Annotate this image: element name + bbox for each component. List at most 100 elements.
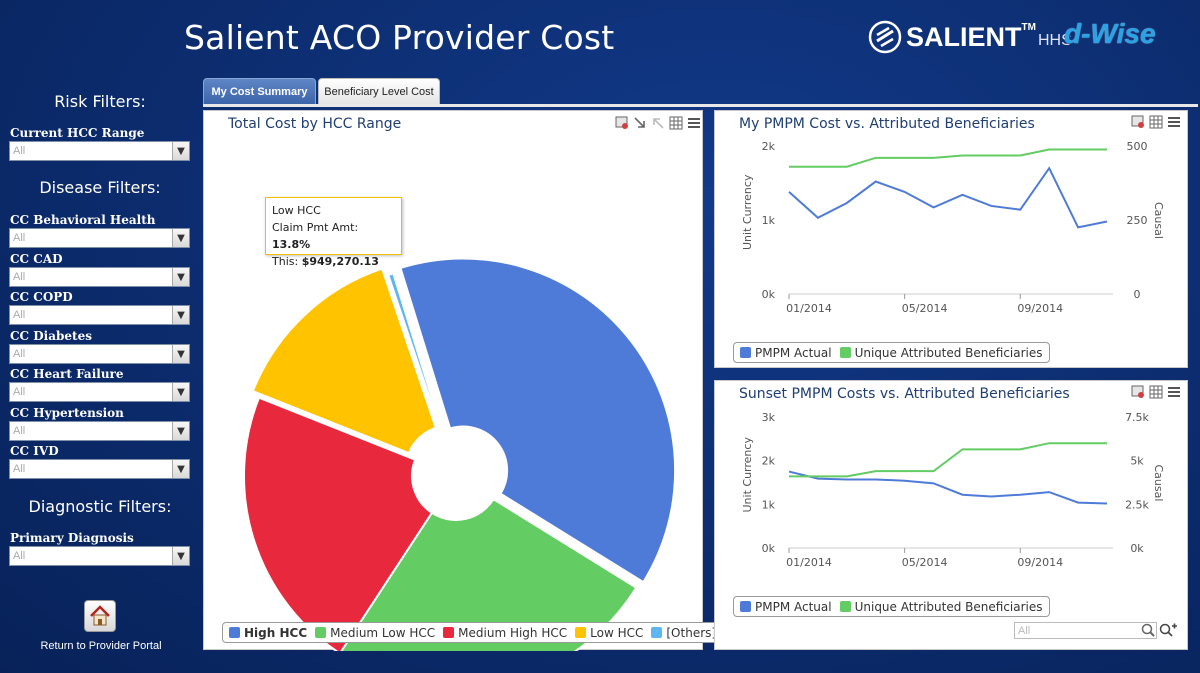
sunset-panel: Sunset PMPM Costs vs. Attributed Benefic… (714, 380, 1188, 650)
y-right-tick-label: 250 (1127, 214, 1148, 227)
legend-swatch (839, 347, 851, 358)
chevron-down-icon[interactable]: ▼ (172, 142, 189, 160)
hypertension-select[interactable]: All ▼ (9, 421, 190, 441)
copd-select[interactable]: All ▼ (9, 305, 190, 325)
search-input[interactable]: All (1014, 622, 1157, 639)
legend-swatch (315, 627, 327, 638)
legend-swatch (839, 601, 851, 612)
legend-swatch (651, 627, 663, 638)
legend-item-medium-low-hcc[interactable]: Medium Low HCC (315, 626, 435, 640)
page-title: Salient ACO Provider Cost (184, 18, 615, 57)
legend-item-pmpm-actual[interactable]: PMPM Actual (740, 346, 832, 360)
series-line-unique-attributed-beneficiaries[interactable] (789, 442, 1107, 478)
salient-logo: SALIENTTM HHS (868, 20, 1072, 54)
chevron-down-icon[interactable]: ▼ (172, 383, 189, 401)
tab-content-divider (203, 104, 1198, 107)
y-left-tick-label: 0k (762, 542, 776, 555)
y-left-axis-title: Unit Currency (741, 437, 754, 513)
y-right-axis-title: Causal (1152, 465, 1165, 502)
ivd-select[interactable]: All ▼ (9, 459, 190, 479)
filter-label-ivd: CC IVD (10, 444, 59, 458)
x-tick-label: 05/2014 (902, 302, 948, 315)
risk-filters-title: Risk Filters: (54, 92, 146, 111)
series-line-unique-attributed-beneficiaries[interactable] (789, 148, 1107, 168)
legend-swatch (443, 627, 455, 638)
primary-diagnosis-select[interactable]: All ▼ (9, 546, 190, 566)
disease-filters-title: Disease Filters: (39, 178, 161, 197)
filter-label-behavioral-health: CC Behavioral Health (10, 213, 156, 227)
chevron-down-icon[interactable]: ▼ (172, 422, 189, 440)
filter-label-primary-diagnosis: Primary Diagnosis (10, 531, 134, 545)
return-to-portal-link[interactable]: Return to Provider Portal (0, 640, 202, 652)
y-left-tick-label: 3k (762, 411, 776, 424)
legend-item-others[interactable]: [Others] (651, 626, 716, 640)
tooltip-category: Low HCC (272, 204, 321, 217)
diabetes-select[interactable]: All ▼ (9, 344, 190, 364)
cad-select[interactable]: All ▼ (9, 267, 190, 287)
y-left-tick-label: 0k (762, 288, 776, 301)
pie-chart[interactable] (204, 111, 704, 651)
legend-item-pmpm-actual[interactable]: PMPM Actual (740, 600, 832, 614)
y-left-tick-label: 1k (762, 214, 776, 227)
zoom-add-icon[interactable] (1159, 622, 1177, 639)
dwise-logo: d-Wise (1064, 18, 1156, 49)
pie-legend[interactable]: High HCC Medium Low HCC Medium High HCC … (222, 622, 724, 643)
chevron-down-icon[interactable]: ▼ (172, 460, 189, 478)
behavioral-health-select[interactable]: All ▼ (9, 228, 190, 248)
legend-item-low-hcc[interactable]: Low HCC (575, 626, 643, 640)
legend-item-beneficiaries[interactable]: Unique Attributed Beneficiaries (839, 600, 1043, 614)
filter-label-hcc-range: Current HCC Range (10, 126, 145, 140)
y-right-tick-label: 2.5k (1125, 498, 1149, 511)
y-right-tick-label: 0 (1134, 288, 1141, 301)
pie-tooltip: Low HCC Claim Pmt Amt: 13.8% This: $949,… (265, 197, 402, 268)
chevron-down-icon[interactable]: ▼ (172, 229, 189, 247)
salient-swirl-icon (868, 20, 902, 54)
filter-label-cad: CC CAD (10, 252, 63, 266)
tooltip-this: This: $949,270.13 (272, 255, 379, 268)
y-right-axis-title: Causal (1152, 202, 1165, 239)
filter-label-diabetes: CC Diabetes (10, 329, 92, 343)
x-tick-label: 09/2014 (1017, 302, 1063, 315)
hcc-range-select[interactable]: All ▼ (9, 141, 190, 161)
pmpm-panel: My PMPM Cost vs. Attributed Beneficiarie… (714, 110, 1188, 368)
diagnostic-filters-title: Diagnostic Filters: (28, 497, 172, 516)
legend-swatch (575, 627, 587, 638)
chevron-down-icon[interactable]: ▼ (172, 547, 189, 565)
chevron-down-icon[interactable]: ▼ (172, 306, 189, 324)
heart-failure-select[interactable]: All ▼ (9, 382, 190, 402)
chevron-down-icon[interactable]: ▼ (172, 268, 189, 286)
y-left-axis-title: Unit Currency (741, 174, 754, 250)
tooltip-measure: Claim Pmt Amt: 13.8% (272, 221, 359, 251)
y-right-tick-label: 5k (1130, 455, 1144, 468)
search-icon[interactable] (1140, 622, 1156, 639)
legend-swatch (229, 627, 240, 638)
legend-swatch (740, 601, 751, 612)
x-tick-label: 09/2014 (1017, 556, 1063, 569)
legend-item-high-hcc[interactable]: High HCC (229, 626, 307, 640)
pmpm-line-chart[interactable]: 0k 1k 2k 0 250 500 01/2014 05/2014 09/2014 Unit C… (715, 111, 1189, 369)
y-right-tick-label: 500 (1127, 140, 1148, 153)
y-left-tick-label: 2k (762, 455, 776, 468)
filter-label-heart-failure: CC Heart Failure (10, 367, 124, 381)
y-left-tick-label: 2k (762, 140, 776, 153)
chevron-down-icon[interactable]: ▼ (172, 345, 189, 363)
y-right-tick-label: 0k (1130, 542, 1144, 555)
brand-name: SALIENTTM (906, 21, 1036, 52)
series-line-pmpm-actual[interactable] (788, 166, 1108, 229)
legend-item-beneficiaries[interactable]: Unique Attributed Beneficiaries (839, 346, 1043, 360)
y-left-tick-label: 1k (762, 498, 776, 511)
return-home-button[interactable] (84, 600, 116, 632)
sunset-legend[interactable]: PMPM Actual Unique Attributed Beneficiar… (733, 596, 1050, 617)
pie-panel: Total Cost by HCC Range High HCC Medium … (203, 110, 724, 651)
x-tick-label: 01/2014 (786, 556, 832, 569)
y-right-tick-label: 7.5k (1125, 411, 1149, 424)
pmpm-legend[interactable]: PMPM Actual Unique Attributed Beneficiar… (733, 342, 1050, 363)
filter-label-hypertension: CC Hypertension (10, 406, 124, 420)
tab-my-cost-summary[interactable]: My Cost Summary (203, 78, 316, 106)
x-tick-label: 05/2014 (902, 556, 948, 569)
tab-beneficiary-level-cost[interactable]: Beneficiary Level Cost (318, 78, 440, 106)
legend-item-medium-high-hcc[interactable]: Medium High HCC (443, 626, 567, 640)
legend-swatch (740, 347, 751, 358)
filter-label-copd: CC COPD (10, 290, 73, 304)
x-tick-label: 01/2014 (786, 302, 832, 315)
